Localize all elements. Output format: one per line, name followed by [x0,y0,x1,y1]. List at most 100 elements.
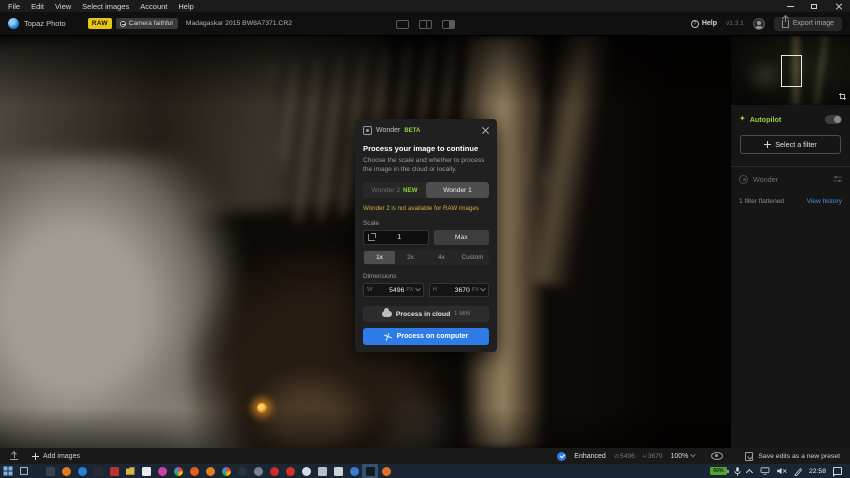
view-history-link[interactable]: View history [807,198,842,205]
select-filter-button[interactable]: Select a filter [740,135,841,154]
office-taskbar-icon[interactable] [138,464,154,478]
clock[interactable]: 22:58 [809,468,826,475]
enhanced-check-icon [557,452,566,461]
navigation-thumbnail[interactable] [731,36,850,105]
scale-input[interactable]: 1 [363,230,429,245]
microphone-icon[interactable] [734,467,741,476]
camera-profile-badge[interactable]: Camera faithful [116,18,178,29]
photos-taskbar-icon[interactable] [90,464,106,478]
raw-badge: RAW [88,18,112,29]
app-gray-taskbar-icon[interactable] [250,464,266,478]
app-orange-taskbar-icon[interactable] [58,464,74,478]
app-red-taskbar-icon[interactable] [266,464,282,478]
max-button[interactable]: Max [434,230,490,245]
lightroom-taskbar-icon[interactable] [106,464,122,478]
task-view-taskbar-icon[interactable] [16,464,32,478]
save-preset-button[interactable]: Save edits as a new preset [745,452,840,461]
beta-badge: BETA [404,128,420,134]
zoom-control[interactable]: 100% [670,453,695,460]
chrome-icon [174,467,183,476]
scale-option-1x[interactable]: 1x [364,251,395,264]
windows-taskbar: 60% 22:58 [0,464,850,478]
notification-center-icon[interactable] [833,467,842,475]
export-image-button[interactable]: Export image [774,17,842,31]
preview-original-icon[interactable] [711,452,723,460]
import-icon[interactable] [10,452,18,460]
output-width: W5496 [614,453,635,460]
add-images-button[interactable]: Add images [32,453,80,460]
scale-option-2x[interactable]: 2x [395,251,426,264]
photo-bottom-vignette [0,408,730,448]
app-pink-icon [158,467,167,476]
help-button[interactable]: ? Help [691,20,717,28]
viewport-rectangle[interactable] [781,55,801,87]
tab-wonder-1[interactable]: Wonder 1 [426,182,489,198]
start-taskbar-icon[interactable] [0,464,16,478]
menu-item-account[interactable]: Account [140,2,167,11]
menu-item-view[interactable]: View [55,2,71,11]
youtube-taskbar-icon[interactable] [282,464,298,478]
cloud-icon [382,311,392,317]
scale-label: Scale [363,220,489,227]
dialog-description: Choose the scale and whether to process … [363,156,489,174]
tray-expand-icon[interactable] [746,469,753,476]
app-orange-icon [62,467,71,476]
chrome-taskbar-icon[interactable] [170,464,186,478]
menu-item-file[interactable]: File [8,2,20,11]
firefox-2-taskbar-icon[interactable] [378,464,394,478]
terminal-taskbar-icon[interactable] [42,464,58,478]
camera-taskbar-icon[interactable] [298,464,314,478]
pen-icon[interactable] [794,467,802,476]
filter-settings-icon [833,175,842,183]
right-sidebar: ✦ Autopilot Select a filter Wonder [730,36,850,448]
process-on-computer-button[interactable]: Process on computer [363,328,489,345]
file-explorer-taskbar-icon[interactable] [122,464,138,478]
dialog-close-button[interactable] [481,127,489,135]
width-input[interactable]: W 5496 PX [363,283,424,297]
wonder-filter-row[interactable]: Wonder [731,169,850,189]
app-dark-taskbar-icon[interactable] [234,464,250,478]
firefox-dev-taskbar-icon[interactable] [202,464,218,478]
dialog-header: Wonder BETA [363,126,489,135]
firefox-icon [190,467,199,476]
autopilot-toggle[interactable] [825,115,842,124]
battery-indicator[interactable]: 60% [710,467,727,475]
maximize-button[interactable] [802,0,826,12]
office-icon [142,467,151,476]
crop-button[interactable] [837,91,848,102]
minimize-icon [787,6,794,7]
lightroom-icon [110,467,119,476]
maximize-icon [811,4,817,9]
split-view-icon[interactable] [419,20,432,29]
checkers-taskbar-icon[interactable] [314,464,330,478]
app-blue-taskbar-icon[interactable] [346,464,362,478]
app-pink-taskbar-icon[interactable] [154,464,170,478]
box-app-taskbar-icon[interactable] [330,464,346,478]
account-avatar[interactable] [753,18,765,30]
single-view-icon[interactable] [396,20,409,29]
export-icon [782,20,789,28]
file-explorer-icon [126,467,135,476]
minimize-button[interactable] [778,0,802,12]
app-toolbar: Topaz Photo RAW Camera faithful Madagask… [0,12,850,36]
volume-muted-icon[interactable] [777,467,787,475]
menu-item-select-images[interactable]: Select images [82,2,129,11]
task-view-icon [20,467,28,475]
firefox-taskbar-icon[interactable] [186,464,202,478]
menu-item-help[interactable]: Help [178,2,193,11]
edge-taskbar-icon[interactable] [74,464,90,478]
color-wheel-taskbar-icon[interactable] [218,464,234,478]
network-icon[interactable] [760,467,770,475]
side-by-side-view-icon[interactable] [442,20,455,29]
height-input[interactable]: H 3670 PX [429,283,490,297]
photo-top-vignette [0,36,730,106]
process-in-cloud-button[interactable]: Process in cloud 1 MIN [363,306,489,322]
scale-option-custom[interactable]: Custom [457,251,488,264]
scale-option-4x[interactable]: 4x [426,251,457,264]
close-button[interactable] [826,0,850,12]
topaz-photo-taskbar-icon[interactable] [362,464,378,478]
tab-wonder-2[interactable]: Wonder 2 NEW [363,182,426,198]
dimensions-label: Dimensions [363,273,489,280]
filename: Madagaskar 2015 BW8A7371.CR2 [186,20,292,27]
menu-item-edit[interactable]: Edit [31,2,44,11]
